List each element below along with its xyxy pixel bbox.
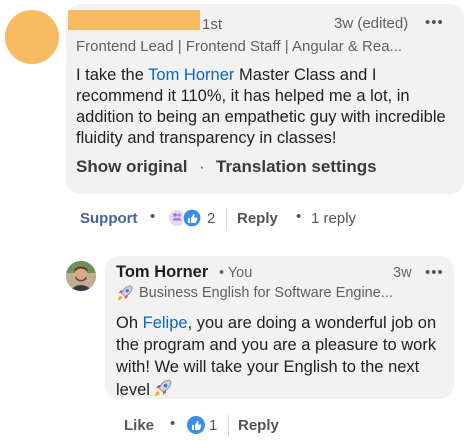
connection-degree: 1st [202, 16, 223, 33]
comment-more-options-icon[interactable]: ••• [425, 14, 444, 31]
reply-button[interactable]: Reply [238, 417, 279, 434]
separator-dot: • [150, 208, 156, 225]
reaction-icons[interactable] [168, 208, 204, 228]
comment-text: I take the Tom Horner Master Class and I… [76, 65, 461, 149]
action-divider [226, 208, 227, 230]
reply-author-name[interactable]: Tom Horner [116, 263, 208, 282]
reply-timestamp: 3w [393, 265, 412, 281]
support-reaction-button[interactable]: Support [80, 210, 138, 227]
rocket-icon [154, 379, 172, 396]
show-original-link[interactable]: Show original [76, 157, 187, 177]
reply-more-options-icon[interactable]: ••• [425, 264, 444, 281]
you-tag: • You [219, 265, 253, 281]
reply-text-before: Oh [116, 314, 143, 332]
comment-text-before: I take the [76, 66, 149, 84]
reply-author-avatar[interactable] [66, 261, 96, 291]
redacted-commenter-name [68, 10, 200, 30]
reaction-count[interactable]: 2 [207, 210, 215, 227]
like-icon [182, 208, 202, 228]
translation-settings-link[interactable]: Translation settings [216, 157, 377, 177]
mention-link[interactable]: Tom Horner [148, 66, 234, 84]
like-button[interactable]: Like [124, 417, 154, 434]
reply-author-headline: Business English for Software Engine... [139, 285, 393, 301]
action-divider [228, 414, 229, 436]
separator-dot: • [170, 415, 176, 432]
comment-timestamp: 3w (edited) [334, 15, 409, 32]
reaction-count[interactable]: 1 [209, 417, 217, 434]
separator-dot: · [199, 157, 205, 176]
commenter-avatar[interactable] [5, 10, 59, 64]
mention-link[interactable]: Felipe [143, 314, 188, 332]
separator-dot: • [296, 208, 302, 225]
reply-count-link[interactable]: 1 reply [311, 210, 356, 227]
reply-text: Oh Felipe, you are doing a wonderful job… [116, 312, 446, 401]
like-icon[interactable] [186, 415, 206, 435]
rocket-icon [117, 285, 133, 301]
reply-button[interactable]: Reply [237, 210, 278, 227]
commenter-headline: Frontend Lead | Frontend Staff | Angular… [76, 38, 403, 55]
